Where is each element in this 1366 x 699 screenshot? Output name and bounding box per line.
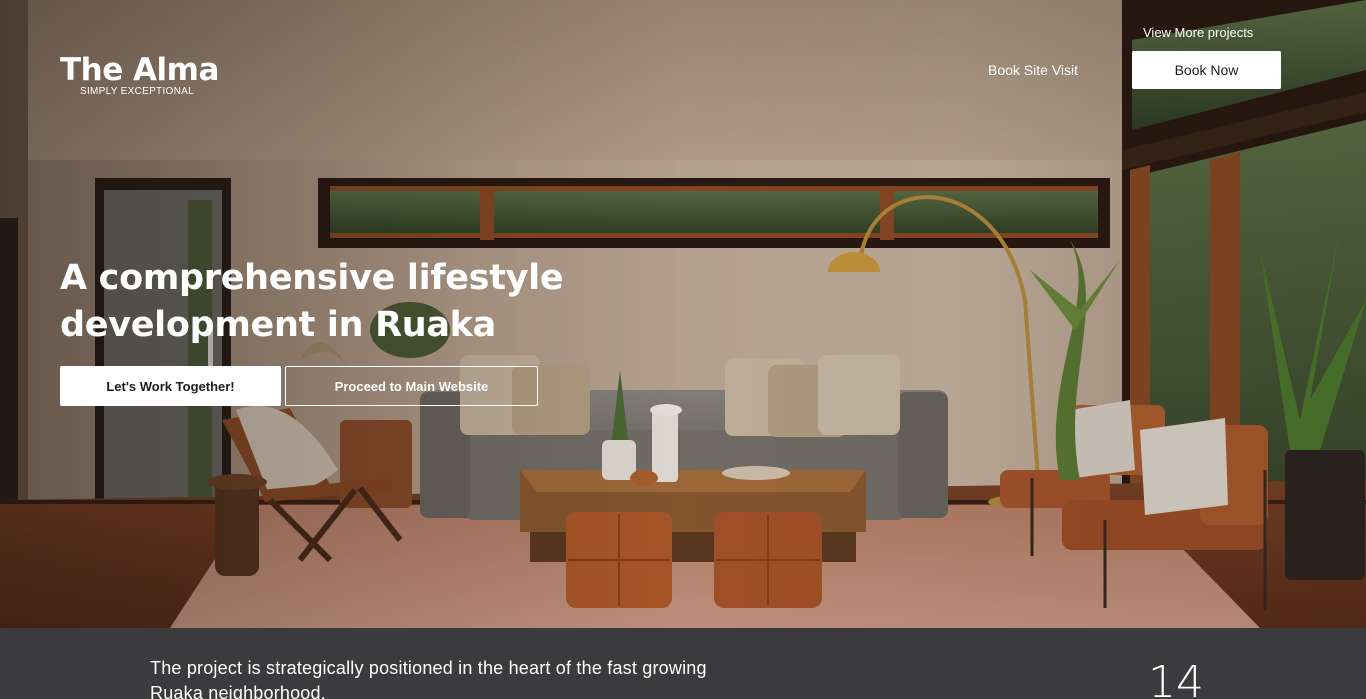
intro-text: The project is strategically positioned … bbox=[150, 658, 707, 699]
book-now-button[interactable]: Book Now bbox=[1132, 51, 1281, 89]
hero-headline: A comprehensive lifestyle development in… bbox=[60, 258, 564, 345]
lets-work-together-button[interactable]: Let's Work Together! bbox=[60, 366, 281, 406]
proceed-to-main-website-button[interactable]: Proceed to Main Website bbox=[285, 366, 538, 406]
brand-logo[interactable]: The Alma SIMPLY EXCEPTIONAL bbox=[60, 52, 219, 97]
view-more-projects-link[interactable]: View More projects bbox=[1143, 25, 1253, 40]
book-site-visit-link[interactable]: Book Site Visit bbox=[988, 62, 1078, 78]
intro-section: The project is strategically positioned … bbox=[0, 628, 1366, 699]
brand-name: The Alma bbox=[60, 52, 219, 88]
stat-number: 14 bbox=[1148, 657, 1204, 699]
hero-section: The Alma SIMPLY EXCEPTIONAL View More pr… bbox=[0, 0, 1366, 628]
